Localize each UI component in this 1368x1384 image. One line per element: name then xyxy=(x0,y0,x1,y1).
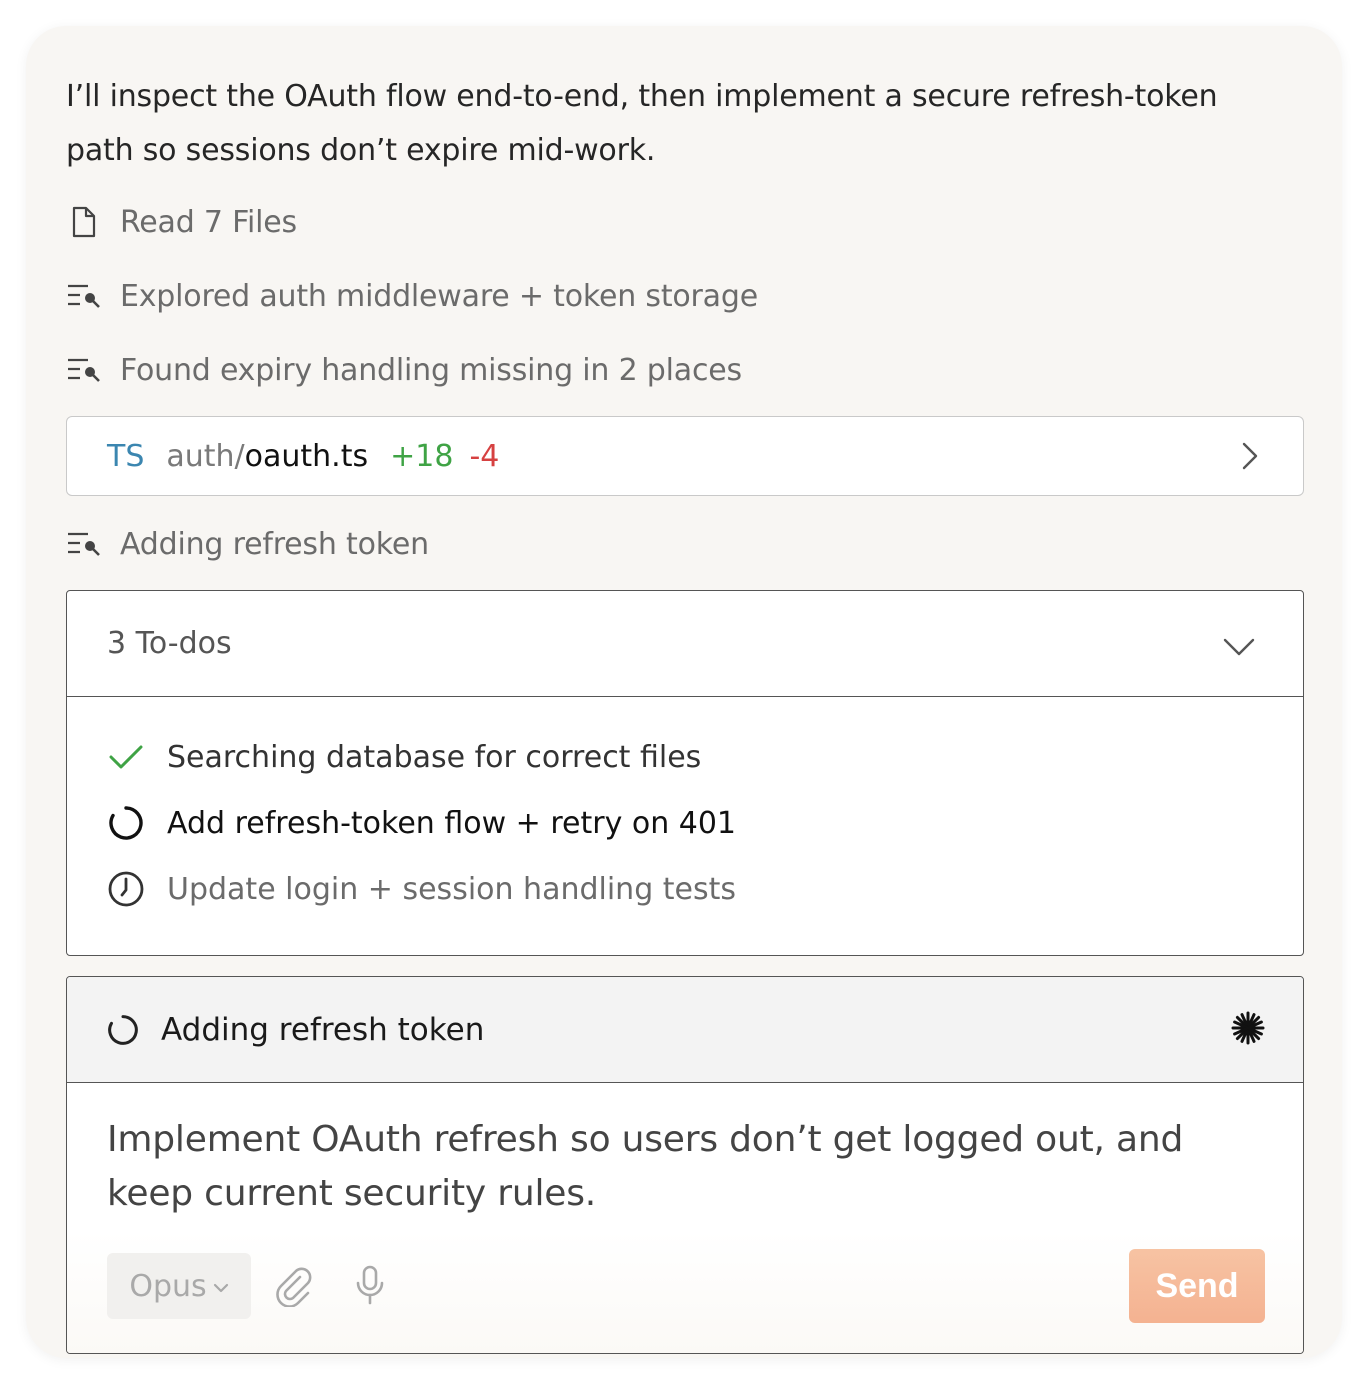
prompt-input[interactable]: Implement OAuth refresh so users don’t g… xyxy=(107,1113,1247,1221)
agent-panel: I’ll inspect the OAuth flow end-to-end, … xyxy=(26,26,1342,1358)
composer-status-bar: Adding refresh token xyxy=(67,977,1303,1083)
file-icon xyxy=(66,204,102,240)
todo-label: Update login + session handling tests xyxy=(167,871,737,907)
step-label: Read 7 Files xyxy=(120,204,297,240)
search-list-icon xyxy=(66,278,102,314)
todo-label: Searching database for correct files xyxy=(167,739,702,775)
step-read-files: Read 7 Files xyxy=(66,202,297,242)
chevron-down-icon xyxy=(213,1283,228,1293)
step-found: Found expiry handling missing in 2 place… xyxy=(66,350,742,390)
check-icon xyxy=(107,738,145,776)
sparkle-icon xyxy=(1231,1011,1265,1053)
todo-item: Searching database for correct files xyxy=(107,737,701,777)
assistant-message: I’ll inspect the OAuth flow end-to-end, … xyxy=(66,79,1218,168)
file-change-row[interactable]: TS auth/ oauth.ts +18 -4 xyxy=(66,416,1304,496)
todo-title: 3 To-dos xyxy=(107,626,232,661)
send-button[interactable]: Send xyxy=(1129,1249,1265,1323)
composer: Adding refresh token Implement OAuth ref… xyxy=(66,976,1304,1354)
deletions-count: -4 xyxy=(469,438,500,474)
step-label: Found expiry handling missing in 2 place… xyxy=(120,352,742,388)
composer-toolbar xyxy=(67,1231,1303,1353)
clock-icon xyxy=(107,870,145,908)
chevron-right-icon[interactable] xyxy=(1241,441,1259,479)
todo-header[interactable]: 3 To-dos xyxy=(67,591,1303,697)
spinner-icon xyxy=(107,804,145,842)
file-name: oauth.ts xyxy=(244,438,369,474)
todo-item: Add refresh-token flow + retry on 401 xyxy=(107,803,736,843)
todo-item: Update login + session handling tests xyxy=(107,869,736,909)
chevron-down-icon[interactable] xyxy=(1223,629,1255,664)
search-list-icon xyxy=(66,352,102,388)
additions-count: +18 xyxy=(390,438,454,474)
todo-label: Add refresh-token flow + retry on 401 xyxy=(167,805,737,841)
step-explored: Explored auth middleware + token storage xyxy=(66,276,758,316)
model-selector[interactable]: Opus xyxy=(107,1253,251,1319)
step-label: Adding refresh token xyxy=(120,526,429,562)
model-label: Opus xyxy=(129,1268,207,1304)
spinner-icon xyxy=(107,1014,139,1046)
step-adding: Adding refresh token xyxy=(66,524,429,564)
todo-list: 3 To-dos Searching database for correct … xyxy=(66,590,1304,956)
step-label: Explored auth middleware + token storage xyxy=(120,278,758,314)
paperclip-icon[interactable] xyxy=(273,1267,313,1311)
microphone-icon[interactable] xyxy=(353,1265,387,1309)
composer-status-label: Adding refresh token xyxy=(161,1011,485,1048)
file-directory: auth/ xyxy=(166,438,245,474)
language-badge: TS xyxy=(107,438,145,474)
search-list-icon xyxy=(66,526,102,562)
